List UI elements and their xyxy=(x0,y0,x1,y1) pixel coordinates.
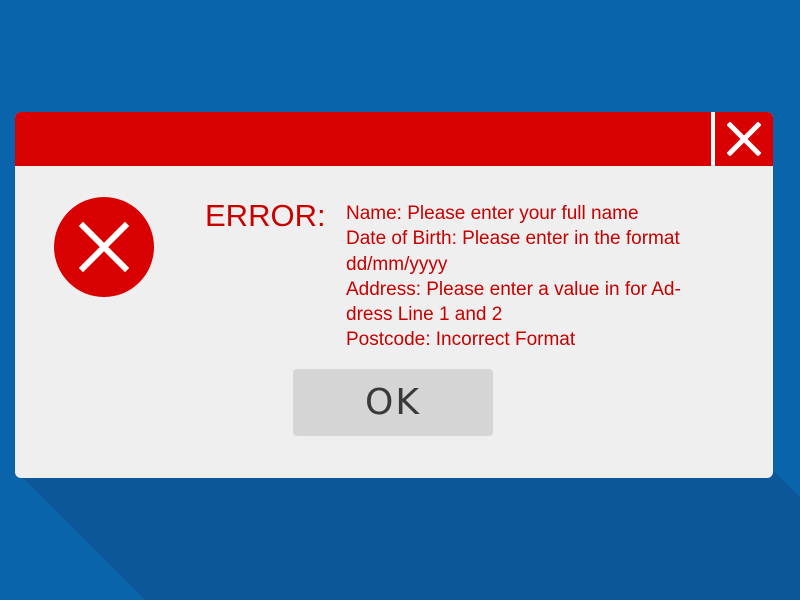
message-line: Address: Please enter a value in for Ad- xyxy=(346,278,681,300)
message-line: Date of Birth: Please enter in the forma… xyxy=(346,228,680,250)
close-icon xyxy=(727,122,761,156)
error-messages: Name: Please enter your full name Date o… xyxy=(346,201,706,353)
ok-button[interactable]: OK xyxy=(293,369,493,436)
error-heading: ERROR: xyxy=(205,198,326,233)
message-line: dress Line 1 and 2 xyxy=(346,304,503,326)
error-dialog: ERROR: Name: Please enter your full name… xyxy=(15,112,773,478)
message-line: dd/mm/yyyy xyxy=(346,253,448,275)
message-line: Name: Please enter your full name xyxy=(346,203,639,224)
title-bar xyxy=(15,112,773,166)
close-button[interactable] xyxy=(711,112,769,166)
message-line: Postcode: Incorrect Format xyxy=(346,329,576,351)
error-icon xyxy=(53,196,155,298)
